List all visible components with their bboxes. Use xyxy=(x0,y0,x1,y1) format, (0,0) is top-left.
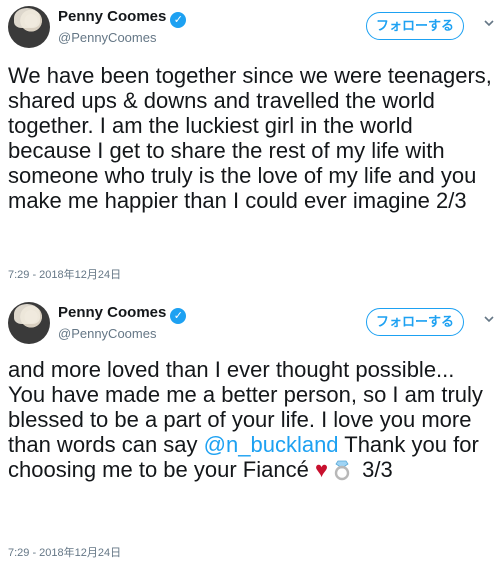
avatar[interactable] xyxy=(8,302,50,344)
tweet-timestamp[interactable]: 7:29 - 2018年12月24日 xyxy=(8,544,121,560)
tweet-text: and more loved than I ever thought possi… xyxy=(8,357,496,482)
tweet: Penny Coomes ✓ @PennyCoomes フォローする We hav… xyxy=(0,0,500,288)
author-name-text[interactable]: Penny Coomes xyxy=(58,8,166,25)
chevron-down-icon[interactable] xyxy=(482,16,496,30)
author-handle[interactable]: @PennyCoomes xyxy=(58,326,156,341)
tweet-timestamp[interactable]: 7:29 - 2018年12月24日 xyxy=(8,266,121,282)
verified-badge-icon: ✓ xyxy=(170,308,187,324)
tweet-thread-index: 3/3 xyxy=(356,457,393,482)
tweet-text: We have been together since we were teen… xyxy=(8,63,499,213)
author-name-text[interactable]: Penny Coomes xyxy=(58,304,166,321)
follow-button[interactable]: フォローする xyxy=(366,12,464,40)
follow-button[interactable]: フォローする xyxy=(366,308,464,336)
verified-badge-icon: ✓ xyxy=(170,12,187,28)
author-handle[interactable]: @PennyCoomes xyxy=(58,30,156,45)
avatar[interactable] xyxy=(8,6,50,48)
author-name[interactable]: Penny Coomes ✓ xyxy=(58,8,187,28)
tweet: Penny Coomes ✓ @PennyCoomes フォローする and mo… xyxy=(0,296,500,561)
mention-link[interactable]: @n_buckland xyxy=(204,432,339,457)
chevron-down-icon[interactable] xyxy=(482,312,496,326)
heart-emoji: ♥ xyxy=(314,457,329,482)
ring-emoji-icon xyxy=(334,460,350,481)
author-name[interactable]: Penny Coomes ✓ xyxy=(58,304,187,324)
